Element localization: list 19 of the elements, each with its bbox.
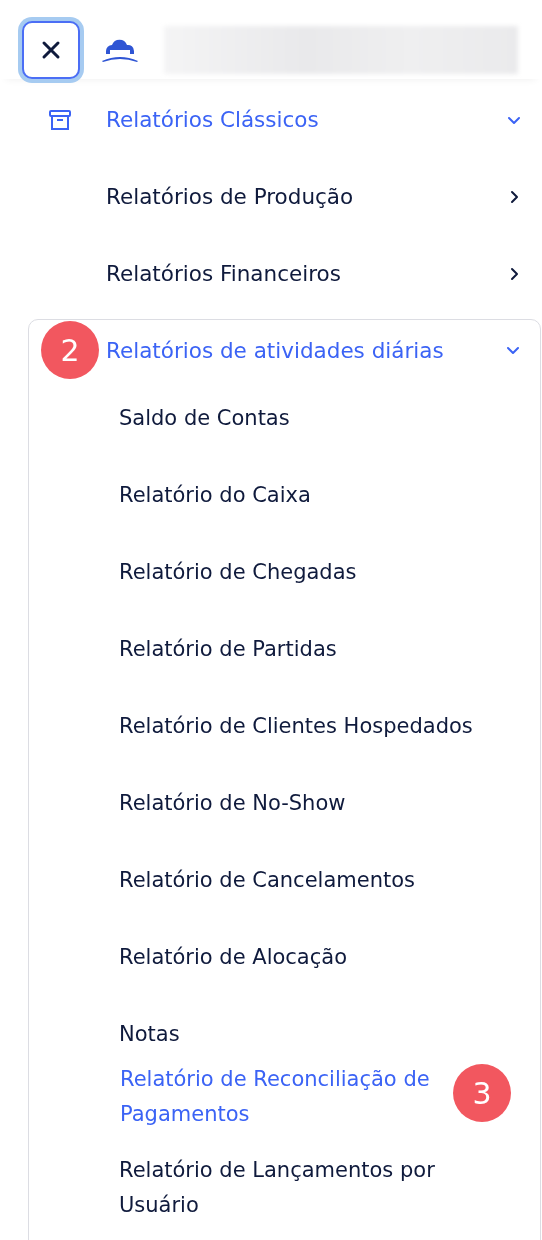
menu-item[interactable]: Relatório de Chegadas [119,555,490,590]
menu-item[interactable]: Relatório de Alocação [119,940,490,975]
menu-item[interactable]: Notas [119,1017,490,1052]
menu-item[interactable]: Relatório de Lançamentos por Usuário [119,1153,490,1223]
menu-item[interactable]: Relatório de Clientes Hospedados [119,709,490,744]
menu-item[interactable]: Relatórios Financeiros [0,235,542,312]
menu-item[interactable]: Relatório de Cancelamentos [119,863,490,898]
menu-item[interactable]: Relatórios Clássicos [0,81,542,158]
menu-item[interactable]: Saldo de Contas [119,401,490,436]
step-badge: 3 [453,1064,511,1122]
step-badge: 2 [41,321,99,379]
menu-item[interactable]: Relatório de Reconciliação de Pagamentos [120,1062,454,1132]
archive-icon [48,107,72,132]
menu-item[interactable]: Relatório do Caixa [119,478,490,513]
menu-item[interactable]: Relatório de Partidas [119,632,490,667]
close-icon [41,40,61,60]
menu-item[interactable]: Relatórios de Produção [0,158,542,235]
menu-item[interactable]: 2 Relatórios de atividades diárias [29,320,540,380]
menu-item[interactable]: Relatório de No-Show [119,786,490,821]
